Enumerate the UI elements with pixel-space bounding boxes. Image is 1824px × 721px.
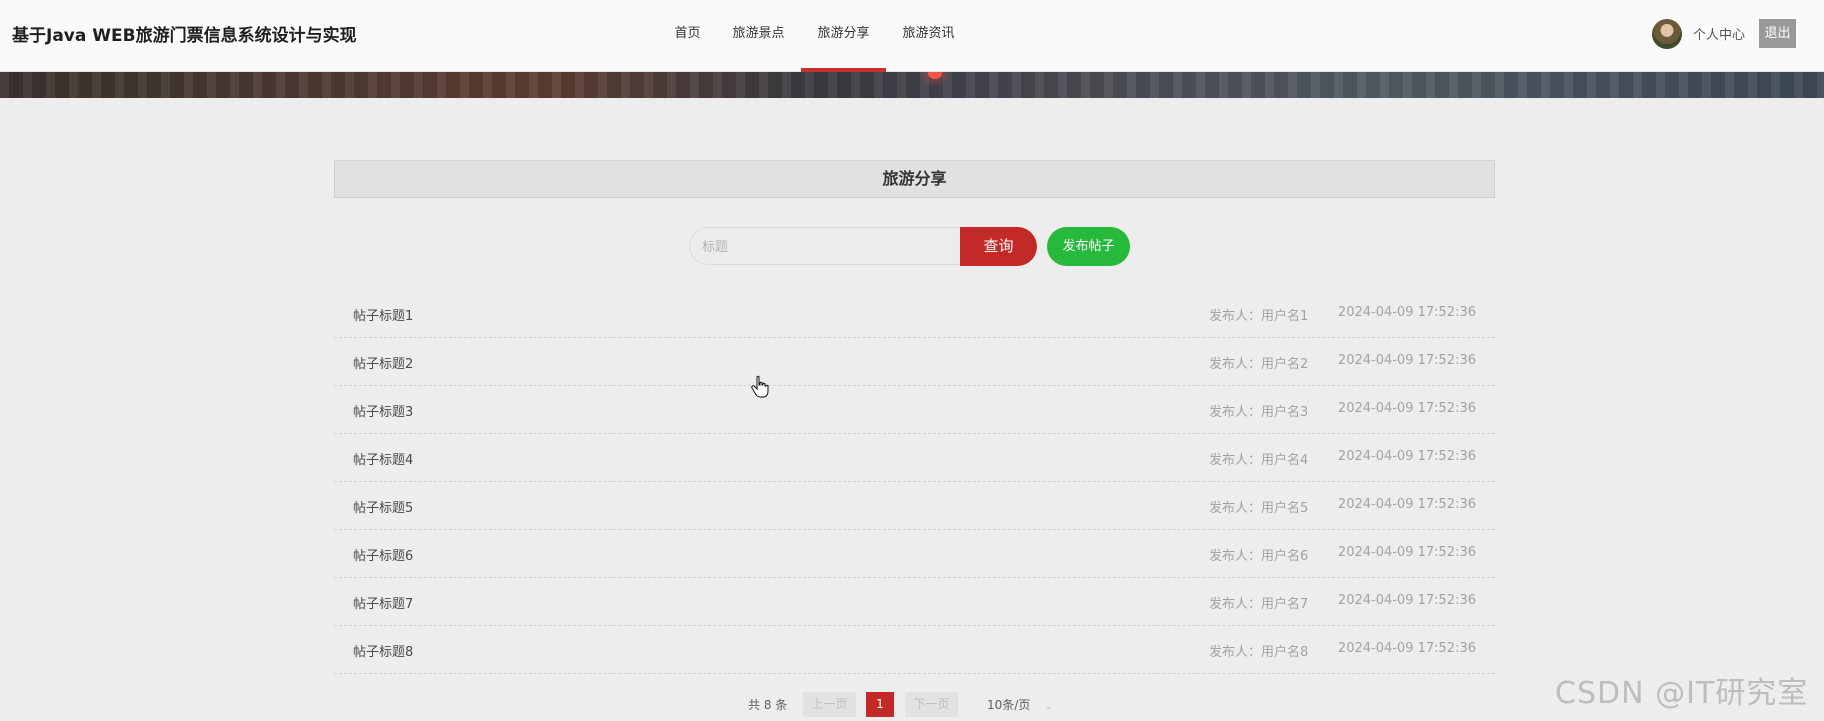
post-author-name: 用户名8: [1261, 645, 1309, 660]
post-title[interactable]: 帖子标题3: [353, 401, 413, 420]
user-avatar[interactable]: [1652, 19, 1682, 49]
post-title[interactable]: 帖子标题5: [353, 497, 413, 516]
post-author-name: 用户名6: [1261, 549, 1309, 564]
post-time: 2024-04-09 17:52:36: [1337, 497, 1476, 512]
post-row[interactable]: 帖子标题4 发布人：用户名4 2024-04-09 17:52:36: [334, 434, 1495, 482]
hand-pointer-icon: [751, 375, 769, 398]
nav-item-travel-share[interactable]: 旅游分享: [801, 0, 886, 72]
banner-water-texture: [0, 72, 1824, 98]
post-title[interactable]: 帖子标题7: [353, 593, 413, 612]
page-number-current[interactable]: 1: [866, 692, 894, 717]
post-time: 2024-04-09 17:52:36: [1337, 305, 1476, 320]
logout-button[interactable]: 退出: [1759, 19, 1796, 48]
post-time: 2024-04-09 17:52:36: [1337, 545, 1476, 560]
post-author-label: 发布人：: [1209, 405, 1262, 420]
post-author-name: 用户名7: [1261, 597, 1309, 612]
post-author-label: 发布人：: [1209, 501, 1262, 516]
post-author-name: 用户名4: [1261, 453, 1309, 468]
post-list: 帖子标题1 发布人：用户名1 2024-04-09 17:52:36 帖子标题2…: [334, 290, 1495, 674]
post-row[interactable]: 帖子标题5 发布人：用户名5 2024-04-09 17:52:36: [334, 482, 1495, 530]
post-title[interactable]: 帖子标题6: [353, 545, 413, 564]
post-author: 发布人：用户名8: [1209, 641, 1308, 660]
top-navbar: 基于Java WEB旅游门票信息系统设计与实现 首页 旅游景点 旅游分享 旅游资…: [0, 0, 1824, 72]
page-size-value: 10条/页: [987, 698, 1031, 712]
chevron-down-icon: ⌄: [1044, 701, 1053, 712]
banner-image: [0, 72, 1824, 98]
post-author-label: 发布人：: [1209, 549, 1262, 564]
post-author-label: 发布人：: [1209, 597, 1262, 612]
post-title[interactable]: 帖子标题4: [353, 449, 413, 468]
post-author: 发布人：用户名3: [1209, 401, 1308, 420]
post-author: 发布人：用户名1: [1209, 305, 1308, 324]
section-title: 旅游分享: [334, 160, 1495, 198]
prev-page-button[interactable]: 上一页: [803, 692, 856, 717]
post-row[interactable]: 帖子标题7 发布人：用户名7 2024-04-09 17:52:36: [334, 578, 1495, 626]
post-author-label: 发布人：: [1209, 453, 1262, 468]
post-title[interactable]: 帖子标题1: [353, 305, 413, 324]
site-title: 基于Java WEB旅游门票信息系统设计与实现: [12, 26, 357, 46]
nav-item-travel-news[interactable]: 旅游资讯: [901, 0, 956, 72]
page-size-select[interactable]: 10条/页 ⌄: [987, 696, 1053, 713]
watermark: CSDN @IT研究室: [1555, 676, 1809, 711]
post-time: 2024-04-09 17:52:36: [1337, 401, 1476, 416]
user-center-link[interactable]: 个人中心: [1693, 24, 1745, 43]
post-author: 发布人：用户名5: [1209, 497, 1308, 516]
post-row[interactable]: 帖子标题1 发布人：用户名1 2024-04-09 17:52:36: [334, 290, 1495, 338]
post-title[interactable]: 帖子标题8: [353, 641, 413, 660]
post-author: 发布人：用户名4: [1209, 449, 1308, 468]
post-author: 发布人：用户名2: [1209, 353, 1308, 372]
post-author-name: 用户名3: [1261, 405, 1309, 420]
post-author-name: 用户名1: [1261, 309, 1309, 324]
post-time: 2024-04-09 17:52:36: [1337, 593, 1476, 608]
post-author: 发布人：用户名6: [1209, 545, 1308, 564]
search-box: [689, 227, 961, 266]
post-author-name: 用户名2: [1261, 357, 1309, 372]
post-author-label: 发布人：: [1209, 357, 1262, 372]
publish-post-button[interactable]: 发布帖子: [1047, 227, 1130, 266]
post-author-name: 用户名5: [1261, 501, 1309, 516]
nav-item-home[interactable]: 首页: [673, 0, 702, 72]
post-time: 2024-04-09 17:52:36: [1337, 449, 1476, 464]
post-row[interactable]: 帖子标题6 发布人：用户名6 2024-04-09 17:52:36: [334, 530, 1495, 578]
post-row[interactable]: 帖子标题8 发布人：用户名8 2024-04-09 17:52:36: [334, 626, 1495, 674]
post-row[interactable]: 帖子标题3 发布人：用户名3 2024-04-09 17:52:36: [334, 386, 1495, 434]
search-input[interactable]: [700, 228, 944, 266]
post-title[interactable]: 帖子标题2: [353, 353, 413, 372]
post-author-label: 发布人：: [1209, 645, 1262, 660]
post-author: 发布人：用户名7: [1209, 593, 1308, 612]
next-page-button[interactable]: 下一页: [905, 692, 958, 717]
post-author-label: 发布人：: [1209, 309, 1262, 324]
post-time: 2024-04-09 17:52:36: [1337, 641, 1476, 656]
pagination-total: 共 8 条: [748, 698, 788, 712]
post-row[interactable]: 帖子标题2 发布人：用户名2 2024-04-09 17:52:36: [334, 338, 1495, 386]
post-time: 2024-04-09 17:52:36: [1337, 353, 1476, 368]
nav-item-scenic-spots[interactable]: 旅游景点: [731, 0, 786, 72]
query-button[interactable]: 查询: [960, 227, 1037, 266]
